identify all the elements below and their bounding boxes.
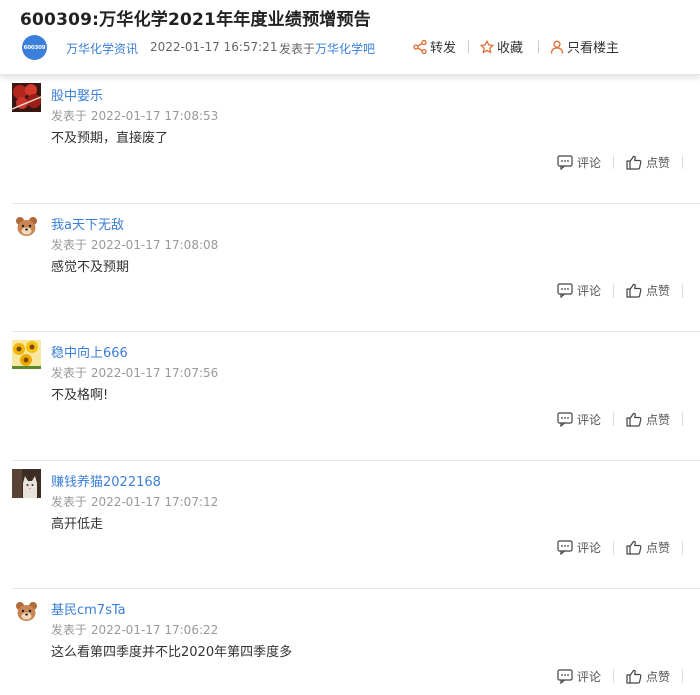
like-button[interactable]: 点赞 [626,282,670,300]
comment-item: 赚钱养猫2022168 发表于 2022-01-17 17:07:12 高开低走… [0,461,700,590]
comment-username[interactable]: 基民cm7sTa [51,599,126,618]
posted-in-prefix: 发表于 [279,42,316,56]
comment-text: 不及预期，直接废了 [51,131,169,146]
favorite-label: 收藏 [497,41,524,56]
like-button[interactable]: 点赞 [626,539,670,557]
reply-button[interactable]: 评论 [557,667,601,685]
like-label: 点赞 [646,541,671,555]
post-time: 2022-01-17 16:57:21 [150,40,278,54]
divider [682,540,683,555]
thumbs-up-icon [626,412,642,427]
thumbs-up-icon [626,155,642,170]
thumbs-up-icon [626,283,642,298]
comment-username[interactable]: 赚钱养猫2022168 [51,471,161,490]
forum-logo[interactable]: 600309 [22,35,47,60]
divider [613,283,614,298]
comment-text: 这么看第四季度并不比2020年第四季度多 [51,645,293,660]
comment-text: 高开低走 [51,516,104,532]
like-label: 点赞 [646,412,671,427]
reply-label: 评论 [577,669,602,684]
comment-icon [557,154,573,170]
comment-time: 发表于 2022-01-17 17:08:53 [51,109,219,123]
divider [613,669,614,683]
comment-item: 基民cm7sTa 发表于 2022-01-17 17:06:22 这么看第四季度… [0,589,700,695]
divider [613,155,614,169]
comment-text: 不及格啊! [51,388,109,403]
post-header: 600309:万华化学2021年年度业绩预增预告 600309 万华化学资讯 2… [0,0,700,75]
comment-time: 发表于 2022-01-17 17:07:12 [51,494,219,509]
star-icon [480,39,494,53]
comment-item: 稳中向上666 发表于 2022-01-17 17:07:56 不及格啊! 评论… [0,332,700,461]
like-button[interactable]: 点赞 [626,153,670,171]
divider [682,669,683,683]
divider [468,40,469,53]
comment-username[interactable]: 我a天下无敌 [51,214,124,233]
reply-button[interactable]: 评论 [557,539,601,557]
comment-time: 发表于 2022-01-17 17:07:56 [51,366,219,380]
share-label: 转发 [430,41,457,56]
divider [538,40,539,53]
comment-username[interactable]: 股中娶乐 [51,85,103,104]
comment-icon [557,283,573,298]
person-icon [550,40,564,54]
comment-icon [557,411,573,427]
comment-item: 股中娶乐 发表于 2022-01-17 17:08:53 不及预期，直接废了 评… [0,75,700,204]
divider [613,540,614,555]
comment-icon [557,668,573,684]
like-label: 点赞 [646,669,671,684]
divider [682,155,683,169]
cat-photo-avatar[interactable] [12,468,41,498]
share-icon [413,39,427,54]
comment-time: 发表于 2022-01-17 17:08:08 [51,237,219,252]
divider [682,283,683,298]
reply-label: 评论 [577,284,602,298]
sunflower-avatar[interactable] [12,340,41,369]
reply-button[interactable]: 评论 [557,410,601,428]
divider [682,412,683,426]
forum-link[interactable]: 万华化学吧 [315,42,375,56]
thumbs-up-icon [626,540,642,555]
reply-label: 评论 [577,541,602,555]
favorite-button[interactable]: 收藏 [480,37,523,56]
post-title: 600309:万华化学2021年年度业绩预增预告 [20,10,371,30]
like-button[interactable]: 点赞 [626,410,670,428]
comment-time: 发表于 2022-01-17 17:06:22 [51,623,219,637]
reply-button[interactable]: 评论 [557,282,601,300]
like-label: 点赞 [646,284,671,298]
comment-username[interactable]: 稳中向上666 [51,342,128,361]
comment-item: 我a天下无敌 发表于 2022-01-17 17:08:08 感觉不及预期 评论… [0,204,700,333]
like-button[interactable]: 点赞 [626,667,670,685]
default-bear-avatar[interactable] [12,211,41,241]
post-meta: 600309 万华化学资讯 2022-01-17 16:57:21 发表于万华化… [22,34,682,60]
comment-text: 感觉不及预期 [51,259,130,275]
red-leaf-avatar[interactable] [12,83,41,112]
posted-in: 发表于万华化学吧 [279,40,375,57]
reply-label: 评论 [577,155,602,170]
thumbs-up-icon [626,669,642,684]
comment-icon [557,540,573,555]
divider [613,412,614,426]
owner-only-label: 只看楼主 [567,41,620,56]
comment-list: 股中娶乐 发表于 2022-01-17 17:08:53 不及预期，直接废了 评… [0,75,700,695]
post-author-link[interactable]: 万华化学资讯 [66,40,138,57]
owner-only-button[interactable]: 只看楼主 [550,37,619,56]
share-button[interactable]: 转发 [413,37,456,56]
like-label: 点赞 [646,155,671,170]
default-bear-avatar[interactable] [12,597,41,626]
reply-label: 评论 [577,412,602,427]
reply-button[interactable]: 评论 [557,153,601,171]
